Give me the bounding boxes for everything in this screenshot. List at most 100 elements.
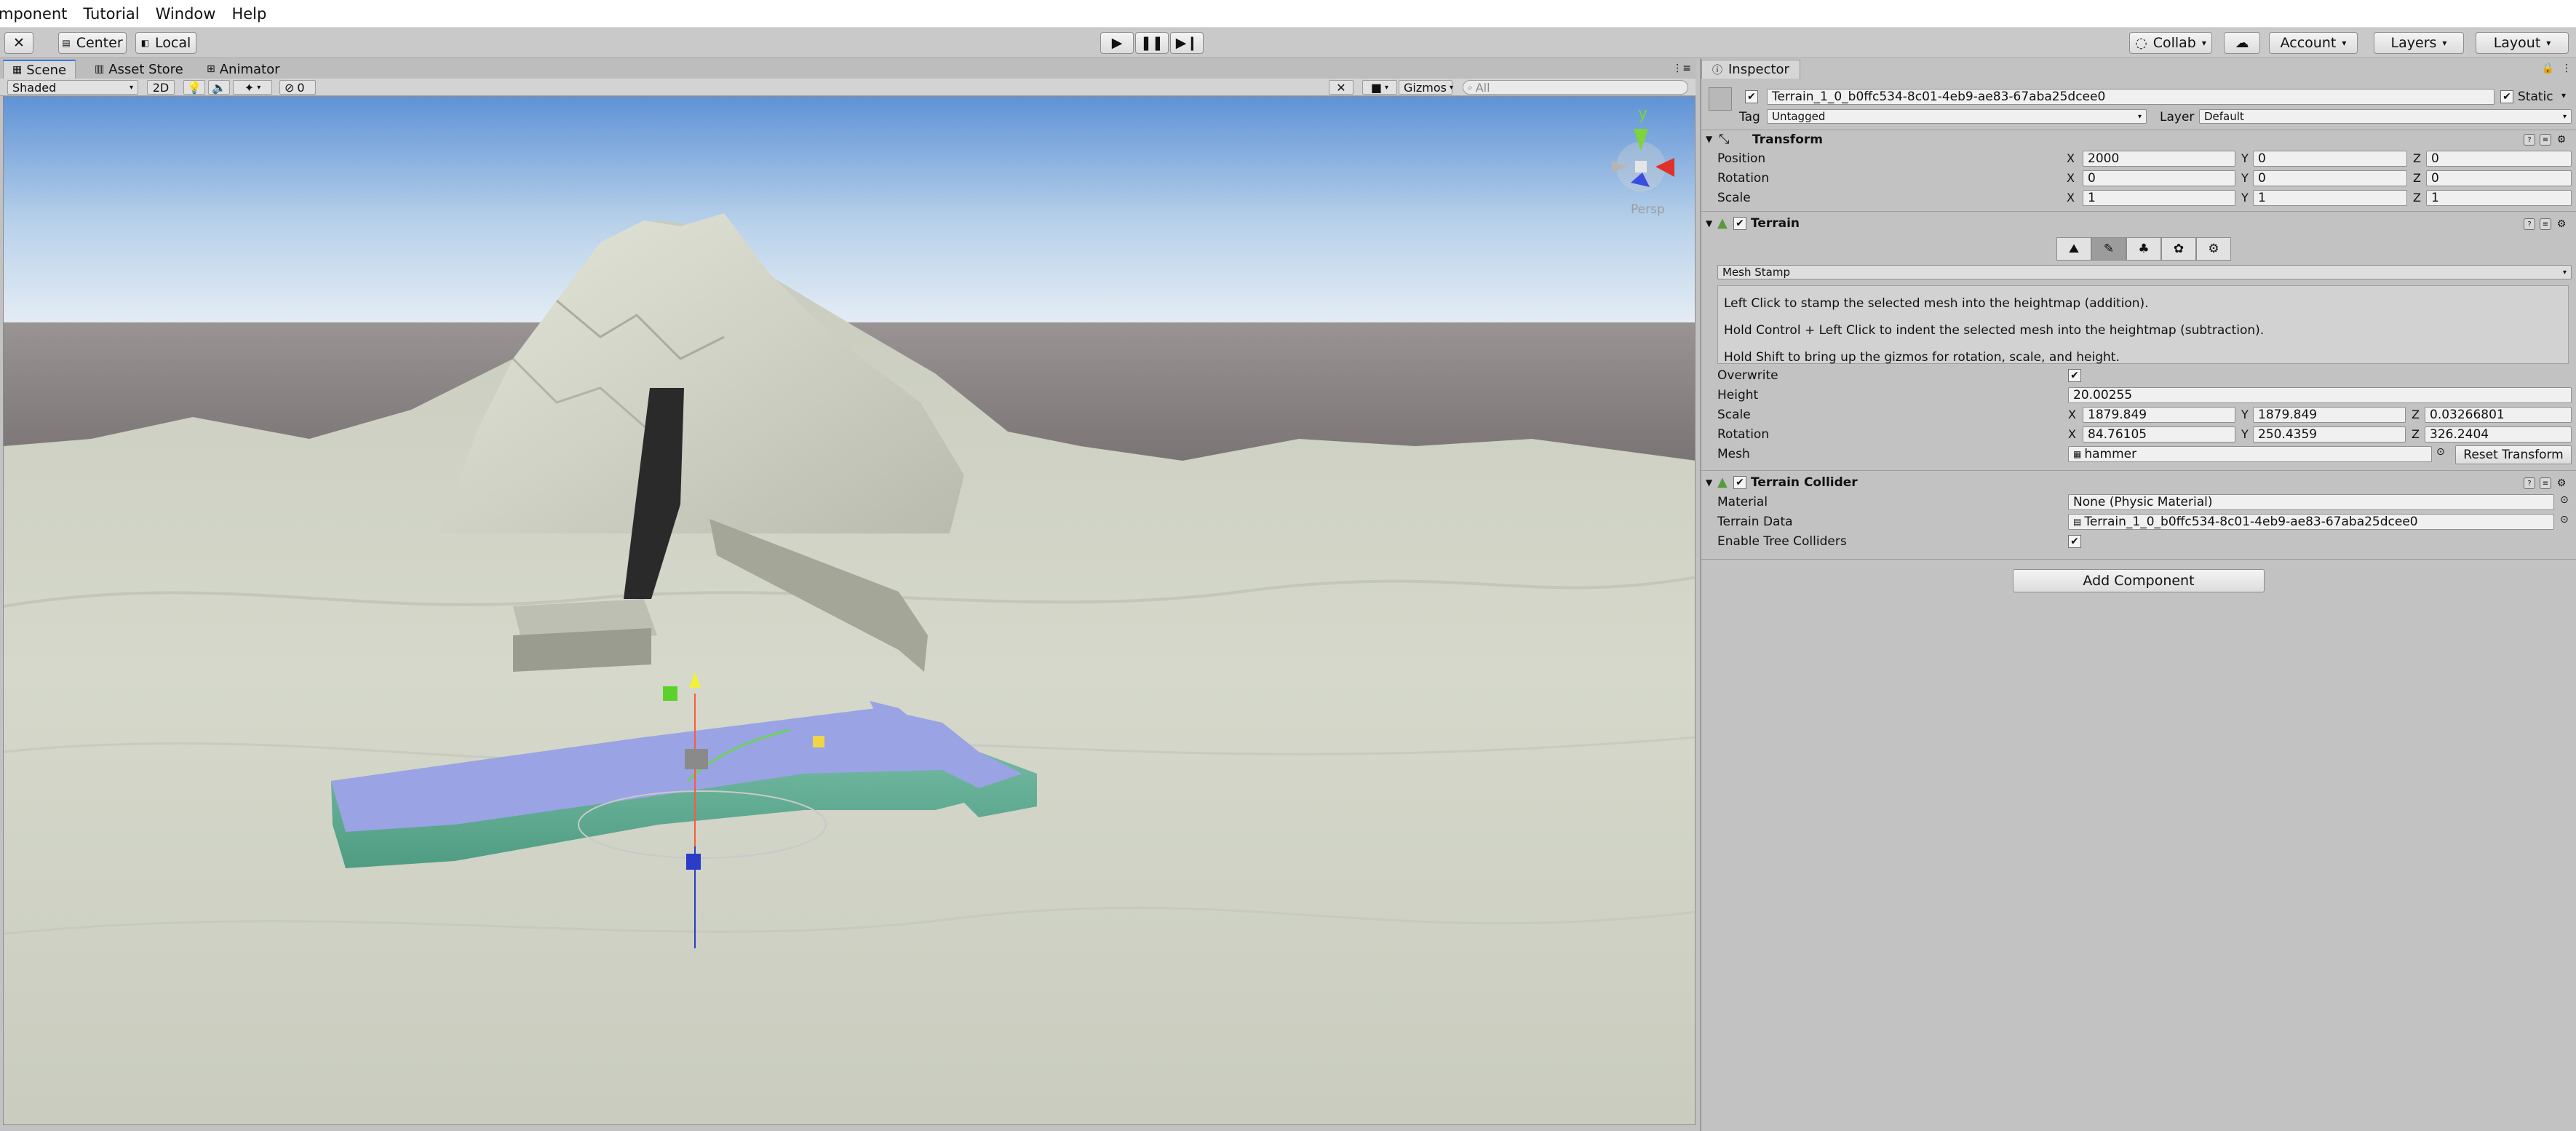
scale-y-field[interactable]: 1 xyxy=(2253,190,2407,206)
preset-icon[interactable]: ≡ xyxy=(2540,218,2551,230)
speaker-icon: 🔈 xyxy=(212,80,226,95)
gear-icon[interactable]: ⚙ xyxy=(2556,477,2567,489)
effects-dropdown[interactable]: ✦ ▾ xyxy=(233,80,272,95)
camera-dropdown[interactable]: ■ ▾ xyxy=(1362,80,1397,95)
pause-button[interactable]: ❚❚ xyxy=(1135,32,1169,54)
help-icon[interactable]: ? xyxy=(2524,477,2535,489)
object-picker-icon[interactable]: ⊙ xyxy=(2436,446,2445,458)
menu-help[interactable]: Help xyxy=(231,5,266,23)
tools-button[interactable]: ✕ xyxy=(4,32,33,54)
menu-tutorial[interactable]: Tutorial xyxy=(83,5,139,23)
object-picker-icon[interactable]: ⊙ xyxy=(2560,514,2569,525)
scene-tools-toggle[interactable]: ✕ xyxy=(1329,80,1353,95)
axis-z-label: Z xyxy=(2413,171,2421,185)
position-z-field[interactable]: 0 xyxy=(2426,151,2572,167)
collab-dropdown[interactable]: ◌ Collab ▾ xyxy=(2129,32,2212,54)
unity-editor-window: { "menu": ["mponent", "Tutorial", "Windo… xyxy=(0,0,2576,1131)
scale-z-field[interactable]: 1 xyxy=(2426,190,2572,206)
stamp-scale-z-field[interactable]: 0.03266801 xyxy=(2425,407,2572,423)
position-x-field[interactable]: 2000 xyxy=(2083,151,2235,167)
gizmos-dropdown[interactable]: Gizmos ▾ xyxy=(1399,80,1453,95)
stamp-scale-x-field[interactable]: 1879.849 xyxy=(2083,407,2235,423)
panel-menu-icon[interactable]: ⋮≡ xyxy=(1672,63,1691,74)
layers-dropdown[interactable]: Layers ▾ xyxy=(2374,32,2464,54)
help-icon[interactable]: ? xyxy=(2524,218,2535,230)
scene-viewport[interactable]: y Persp xyxy=(3,96,1696,1125)
rotation-z-value: 0 xyxy=(2431,171,2439,186)
tag-value: Untagged xyxy=(1772,110,1826,123)
tab-asset-store[interactable]: ▥ Asset Store xyxy=(86,60,192,79)
layer-dropdown[interactable]: Default ▾ xyxy=(2199,109,2572,124)
rotation-y-field[interactable]: 0 xyxy=(2253,170,2407,186)
rotation-z-field[interactable]: 0 xyxy=(2426,170,2572,186)
audio-toggle[interactable]: 🔈 xyxy=(208,80,230,95)
shading-mode-dropdown[interactable]: Shaded ▾ xyxy=(7,80,138,95)
foldout-arrow-icon[interactable]: ▼ xyxy=(1706,218,1712,229)
paint-details-tool[interactable]: ✿ xyxy=(2161,237,2196,261)
details-icon: ✿ xyxy=(2173,242,2185,256)
pause-icon: ❚❚ xyxy=(1140,35,1164,51)
preset-icon[interactable]: ≡ xyxy=(2540,134,2551,146)
static-checkbox[interactable]: ✔ xyxy=(2500,90,2513,103)
stamp-rotation-z-field[interactable]: 326.2404 xyxy=(2425,426,2572,443)
terrain-tool-dropdown[interactable]: Mesh Stamp ▾ xyxy=(1717,265,2572,279)
shading-mode-label: Shaded xyxy=(12,80,57,95)
active-checkbox[interactable]: ✔ xyxy=(1745,90,1758,103)
panel-menu-icon[interactable]: ⋮ xyxy=(2561,63,2572,74)
height-field[interactable]: 20.00255 xyxy=(2068,387,2572,403)
scale-x-value: 1 xyxy=(2088,191,2096,205)
preset-icon[interactable]: ≡ xyxy=(2540,477,2551,489)
toggle-2d-button[interactable]: 2D xyxy=(147,80,175,95)
object-name-value: Terrain_1_0_b0ffc534-8c01-4eb9-ae83-67ab… xyxy=(1772,90,2106,104)
stamp-rotation-x-field[interactable]: 84.76105 xyxy=(2083,426,2235,443)
menu-window[interactable]: Window xyxy=(156,5,216,23)
pivot-local-button[interactable]: ◧ Local xyxy=(135,32,196,54)
help-icon[interactable]: ? xyxy=(2524,134,2535,146)
layout-dropdown[interactable]: Layout ▾ xyxy=(2476,32,2569,54)
step-button[interactable]: ▶❙ xyxy=(1170,32,1204,54)
stamp-rotation-y-field[interactable]: 250.4359 xyxy=(2253,426,2406,443)
terrain-enabled-checkbox[interactable]: ✔ xyxy=(1733,217,1746,230)
add-component-button[interactable]: Add Component xyxy=(2013,569,2265,592)
position-y-field[interactable]: 0 xyxy=(2253,151,2407,167)
overwrite-checkbox[interactable]: ✔ xyxy=(2068,369,2081,382)
raise-terrain-tool[interactable]: ⛰ xyxy=(2056,237,2091,261)
scale-x-field[interactable]: 1 xyxy=(2083,190,2235,206)
gear-icon[interactable]: ⚙ xyxy=(2556,218,2567,230)
stamp-scale-y-field[interactable]: 1879.849 xyxy=(2253,407,2406,423)
tag-dropdown[interactable]: Untagged ▾ xyxy=(1767,109,2147,124)
reset-transform-button[interactable]: Reset Transform xyxy=(2455,445,2572,464)
lighting-toggle[interactable]: 💡 xyxy=(183,80,205,95)
tab-inspector[interactable]: ⓘ Inspector xyxy=(1701,60,1800,79)
tree-colliders-checkbox[interactable]: ✔ xyxy=(2068,535,2081,548)
add-component-label: Add Component xyxy=(2083,573,2195,589)
collider-enabled-checkbox[interactable]: ✔ xyxy=(1733,476,1746,489)
rotation-y-value: 0 xyxy=(2258,171,2266,186)
rotation-x-field[interactable]: 0 xyxy=(2083,170,2235,186)
scene-search-field[interactable]: ⌕ All xyxy=(1463,80,1688,95)
gear-icon[interactable]: ⚙ xyxy=(2556,134,2567,146)
gear-icon: ⚙ xyxy=(2208,242,2219,256)
chevron-down-icon[interactable]: ▾ xyxy=(2561,90,2566,100)
xy-plane-handle-icon[interactable] xyxy=(663,686,677,701)
pivot-center-button[interactable]: ▤ Center xyxy=(58,32,127,54)
lock-icon[interactable]: 🔒 xyxy=(2542,63,2554,74)
paint-tool[interactable]: ✎ xyxy=(2091,237,2126,261)
account-dropdown[interactable]: Account ▾ xyxy=(2269,32,2358,54)
chevron-down-icon: ▾ xyxy=(2562,112,2567,121)
object-picker-icon[interactable]: ⊙ xyxy=(2560,494,2569,506)
foldout-arrow-icon[interactable]: ▼ xyxy=(1706,134,1712,144)
terrain-data-object-field[interactable]: ▤ Terrain_1_0_b0ffc534-8c01-4eb9-ae83-67… xyxy=(2068,514,2554,530)
object-name-field[interactable]: Terrain_1_0_b0ffc534-8c01-4eb9-ae83-67ab… xyxy=(1767,89,2494,105)
terrain-settings-tool[interactable]: ⚙ xyxy=(2196,237,2231,261)
mesh-object-field[interactable]: ▦ hammer xyxy=(2068,446,2432,462)
place-trees-tool[interactable]: ♣ xyxy=(2126,237,2161,261)
tab-scene[interactable]: ▦ Scene xyxy=(3,60,76,79)
menu-component[interactable]: mponent xyxy=(0,5,67,23)
tab-animator[interactable]: ⊞ Animator xyxy=(198,60,289,79)
hidden-objects-toggle[interactable]: ⊘ 0 xyxy=(279,80,316,95)
cloud-button[interactable]: ☁ xyxy=(2224,32,2260,54)
foldout-arrow-icon[interactable]: ▼ xyxy=(1706,477,1712,488)
play-button[interactable]: ▶ xyxy=(1100,32,1134,54)
material-object-field[interactable]: None (Physic Material) xyxy=(2068,494,2554,510)
